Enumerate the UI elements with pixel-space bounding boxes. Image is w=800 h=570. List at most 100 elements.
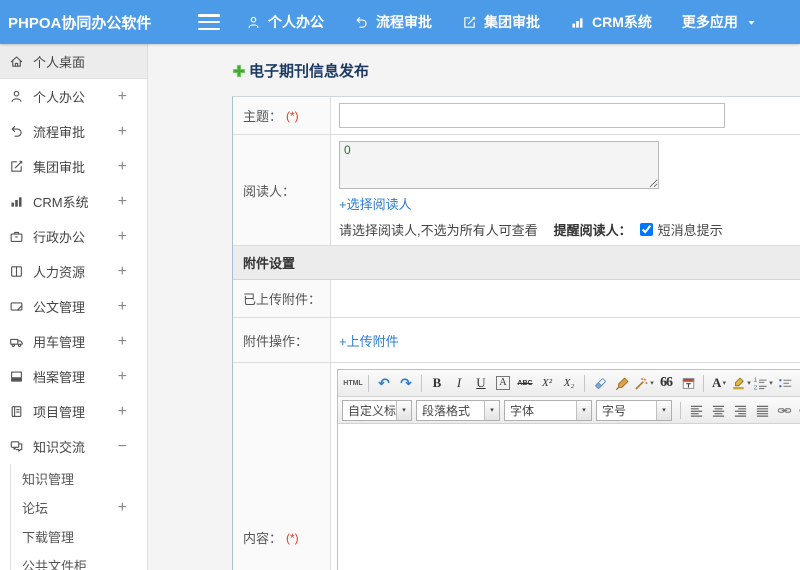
caret-down-icon: ▾ <box>576 400 591 420</box>
unordered-list-button[interactable] <box>774 372 796 394</box>
html-source-button[interactable]: HTML <box>342 372 364 394</box>
expand-toggle[interactable]: + <box>118 263 127 280</box>
paragraph-format-select[interactable]: 段落格式 ▾ <box>416 399 500 421</box>
sidebar-subitem-1[interactable]: 知识管理 <box>0 464 147 493</box>
edit-square-icon <box>9 159 24 174</box>
caret-down-icon: ▾ <box>769 380 773 387</box>
sidebar-item-label: 档案管理 <box>33 370 86 385</box>
toolbar-separator <box>584 374 585 392</box>
nav-item-5[interactable]: 更多应用 <box>682 12 758 32</box>
italic-button[interactable]: I <box>448 372 470 394</box>
expand-toggle[interactable]: − <box>118 438 127 455</box>
align-left-button[interactable] <box>685 399 707 421</box>
nav-item-label: CRM系统 <box>592 14 652 30</box>
font-family-select[interactable]: 字体 ▾ <box>504 399 592 421</box>
sidebar-item-5[interactable]: CRM系统 + <box>0 184 147 219</box>
expand-toggle[interactable]: + <box>118 333 127 350</box>
sidebar-item-8[interactable]: 公文管理 + <box>0 289 147 324</box>
subscript-button[interactable]: X₂ <box>558 372 580 394</box>
align-justify-button[interactable] <box>751 399 773 421</box>
upload-attachment-link[interactable]: +上传附件 <box>339 331 399 350</box>
underline-button[interactable]: U <box>470 372 492 394</box>
undo-button[interactable]: ↶ <box>373 372 395 394</box>
sidebar-item-4[interactable]: 集团审批 + <box>0 149 147 184</box>
user-icon <box>246 15 261 30</box>
readers-textarea[interactable]: 0 <box>339 141 659 189</box>
bar-chart-icon <box>9 194 24 209</box>
nav-item-1[interactable]: 个人办公 <box>246 12 324 32</box>
menu-icon[interactable] <box>198 14 220 30</box>
sidebar-item-3[interactable]: 流程审批 + <box>0 114 147 149</box>
sidebar-subitem-2[interactable]: 论坛 + <box>0 493 147 522</box>
sidebar-item-7[interactable]: 人力资源 + <box>0 254 147 289</box>
sidebar-item-2[interactable]: 个人办公 + <box>0 79 147 114</box>
subject-input[interactable] <box>339 103 725 128</box>
uploaded-attachment-label: 已上传附件： <box>233 280 331 317</box>
page-title: 电子期刊信息发布 <box>232 60 800 81</box>
align-right-button[interactable] <box>729 399 751 421</box>
link-button[interactable] <box>773 399 795 421</box>
auto-typeset-button[interactable]: ▾ <box>633 372 655 394</box>
sms-notice-checkbox[interactable] <box>639 223 653 236</box>
sidebar-subitem-label: 下载管理 <box>22 530 75 545</box>
publish-form: 主题： (*) 阅读人： 0 +选择阅读人 请选择阅读人,不选为所有人可查看 提… <box>232 96 800 570</box>
highlight-color-button[interactable]: ▾ <box>730 372 752 394</box>
unlink-button[interactable] <box>795 399 800 421</box>
toolbar-separator <box>421 374 422 392</box>
expand-toggle[interactable]: + <box>118 368 127 385</box>
home-icon <box>9 54 24 69</box>
blockquote-button[interactable]: 66 <box>655 372 677 394</box>
expand-toggle[interactable]: + <box>118 403 127 420</box>
sidebar-item-10[interactable]: 档案管理 + <box>0 359 147 394</box>
sidebar-subitem-4[interactable]: 公共文件柜 <box>0 551 147 570</box>
archive-icon <box>9 369 24 384</box>
ordered-list-icon: 12 <box>753 376 768 391</box>
superscript-button[interactable]: X² <box>536 372 558 394</box>
strikethrough-button[interactable]: ABC <box>514 372 536 394</box>
custom-title-select[interactable]: 自定义标题▾ <box>342 399 412 421</box>
sidebar-item-9[interactable]: 用车管理 + <box>0 324 147 359</box>
top-nav: 个人办公 流程审批 集团审批 CRM系统 更多应用 <box>246 12 758 32</box>
expand-toggle[interactable]: + <box>118 193 127 210</box>
sidebar-subitem-3[interactable]: 下载管理 <box>0 522 147 551</box>
required-mark: (*) <box>286 108 299 123</box>
sidebar-item-12[interactable]: 知识交流 − <box>0 429 147 464</box>
user-icon <box>9 89 24 104</box>
subject-label: 主题： (*) <box>233 97 331 134</box>
expand-toggle[interactable]: + <box>118 499 127 516</box>
content-value-cell: HTML↶↷BIUAABCX²X₂▾66A▾▾12▾ 自定义标题▾段落格式▾字体… <box>331 363 800 570</box>
insert-title-button[interactable] <box>677 372 699 394</box>
attachment-action-value-cell: +上传附件 <box>331 318 800 362</box>
nav-item-2[interactable]: 流程审批 <box>354 12 432 32</box>
sidebar-item-6[interactable]: 行政办公 + <box>0 219 147 254</box>
attachment-action-row: 附件操作： +上传附件 <box>233 318 800 363</box>
redo-button[interactable]: ↷ <box>395 372 417 394</box>
align-center-button[interactable] <box>707 399 729 421</box>
nav-item-3[interactable]: 集团审批 <box>462 12 540 32</box>
expand-toggle[interactable]: + <box>118 158 127 175</box>
nav-item-4[interactable]: CRM系统 <box>570 12 652 32</box>
sidebar-item-11[interactable]: 项目管理 + <box>0 394 147 429</box>
expand-toggle[interactable]: + <box>118 88 127 105</box>
attachment-section-header: 附件设置 <box>233 246 800 280</box>
align-right-icon <box>733 403 748 418</box>
calendar-text-icon <box>681 376 696 391</box>
format-painter-button[interactable] <box>611 372 633 394</box>
required-mark: (*) <box>286 530 299 545</box>
char-border-button[interactable]: A <box>492 372 514 394</box>
select-readers-link[interactable]: +选择阅读人 <box>339 194 412 213</box>
font-family-select-value: 字体 <box>510 403 535 418</box>
bold-button[interactable]: B <box>426 372 448 394</box>
expand-toggle[interactable]: + <box>118 298 127 315</box>
expand-toggle[interactable]: + <box>118 123 127 140</box>
ordered-list-button[interactable]: 1 2 ▾ <box>752 372 774 394</box>
sidebar-item-1[interactable]: 个人桌面 <box>0 44 147 79</box>
expand-toggle[interactable]: + <box>118 228 127 245</box>
font-size-select[interactable]: 字号 ▾ <box>596 399 672 421</box>
eraser-icon <box>593 376 608 391</box>
subscript-button-glyph: X₂ <box>563 377 575 389</box>
font-color-button[interactable]: A ▾ <box>708 372 730 394</box>
editor-content-area[interactable] <box>338 424 800 570</box>
editor-toolbar-row2: 自定义标题▾段落格式▾ 字体 ▾字号▾ <box>338 397 800 424</box>
remove-format-button[interactable] <box>589 372 611 394</box>
